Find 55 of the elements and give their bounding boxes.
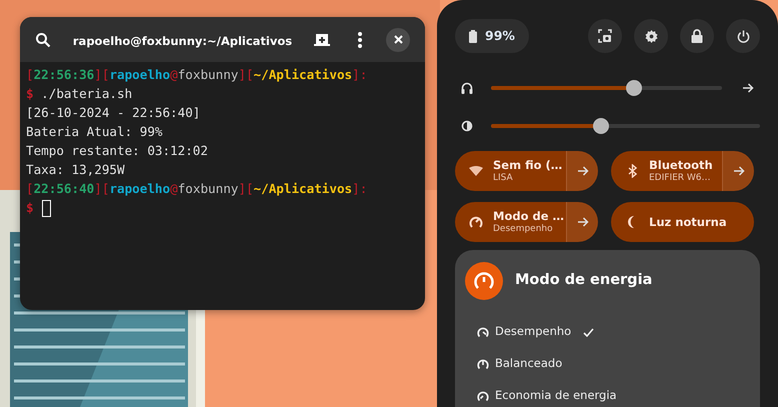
toggle-arrow-button[interactable] xyxy=(566,151,598,191)
settings-icon xyxy=(644,30,658,42)
terminal-line: [26-10-2024 - 22:56:40] xyxy=(26,104,200,122)
wifi-icon xyxy=(469,166,483,176)
menu-item[interactable]: Economia de energia xyxy=(465,380,617,407)
toggle-subtitle: EDIFIER W6… xyxy=(649,172,712,184)
headphones-icon xyxy=(461,82,473,94)
new-tab-icon xyxy=(314,32,330,46)
night-toggle[interactable]: Luz noturna xyxy=(611,202,754,242)
window-title: rapoelho@foxbunny:~/Aplicativos xyxy=(72,34,292,48)
gauge-icon xyxy=(477,358,489,370)
battery-button[interactable]: 99% xyxy=(455,19,529,53)
screenshot-icon xyxy=(598,29,612,43)
terminal-line: Bateria Atual: 99% xyxy=(26,123,162,141)
toggle-arrow-button[interactable] xyxy=(566,202,598,242)
settings-button[interactable] xyxy=(634,19,668,53)
terminal-line: Taxa: 13,295W xyxy=(26,161,125,179)
menu-item[interactable]: Desempenho xyxy=(465,316,594,348)
arrow-icon xyxy=(732,166,744,176)
screenshot-button[interactable] xyxy=(588,19,622,53)
terminal-line: $ xyxy=(26,198,51,218)
arrow-icon xyxy=(576,217,588,227)
power-icon xyxy=(736,30,750,42)
lock-icon xyxy=(691,29,703,43)
gauge-icon xyxy=(477,326,489,338)
terminal-line: Tempo restante: 03:12:02 xyxy=(26,142,208,160)
gauge-icon xyxy=(465,262,503,300)
lock-button[interactable] xyxy=(680,19,714,53)
toggle-title: Modo de … xyxy=(493,209,564,223)
gauge-icon xyxy=(469,215,483,229)
toggle-title: Luz noturna xyxy=(649,215,727,229)
slider-thumb[interactable] xyxy=(626,80,642,96)
power-toggle[interactable]: Modo de … Desempenho xyxy=(455,202,598,242)
arrow-icon[interactable] xyxy=(742,83,754,93)
menu-item[interactable]: Balanceado xyxy=(465,348,562,380)
wifi-toggle[interactable]: Sem fio (… LISA xyxy=(455,151,598,191)
slider-thumb[interactable] xyxy=(593,118,610,134)
battery-icon xyxy=(469,30,477,42)
menu-title: Modo de energia xyxy=(515,271,652,290)
toggle-subtitle: Desempenho xyxy=(493,223,554,235)
close-button[interactable] xyxy=(386,28,410,52)
bluetooth-toggle[interactable]: Bluetooth EDIFIER W6… xyxy=(611,151,754,191)
toggle-arrow-button[interactable] xyxy=(722,151,754,191)
toggle-title: Sem fio (… xyxy=(493,158,562,172)
search-icon xyxy=(35,32,51,48)
terminal-line: [22:56:36][rapoelho@foxbunny][~/Aplicativos]: xyxy=(26,66,368,84)
terminal-line: [22:56:40][rapoelho@foxbunny][~/Aplicativos]: xyxy=(26,180,368,198)
arrow-icon xyxy=(576,166,588,176)
terminal-line: $ ./bateria.sh xyxy=(26,85,132,103)
menu-icon xyxy=(358,32,362,48)
toggle-title: Bluetooth xyxy=(649,158,713,172)
close-icon xyxy=(394,35,402,44)
toggle-subtitle: LISA xyxy=(493,172,514,184)
gauge-icon xyxy=(477,390,489,402)
power-button[interactable] xyxy=(726,19,760,53)
